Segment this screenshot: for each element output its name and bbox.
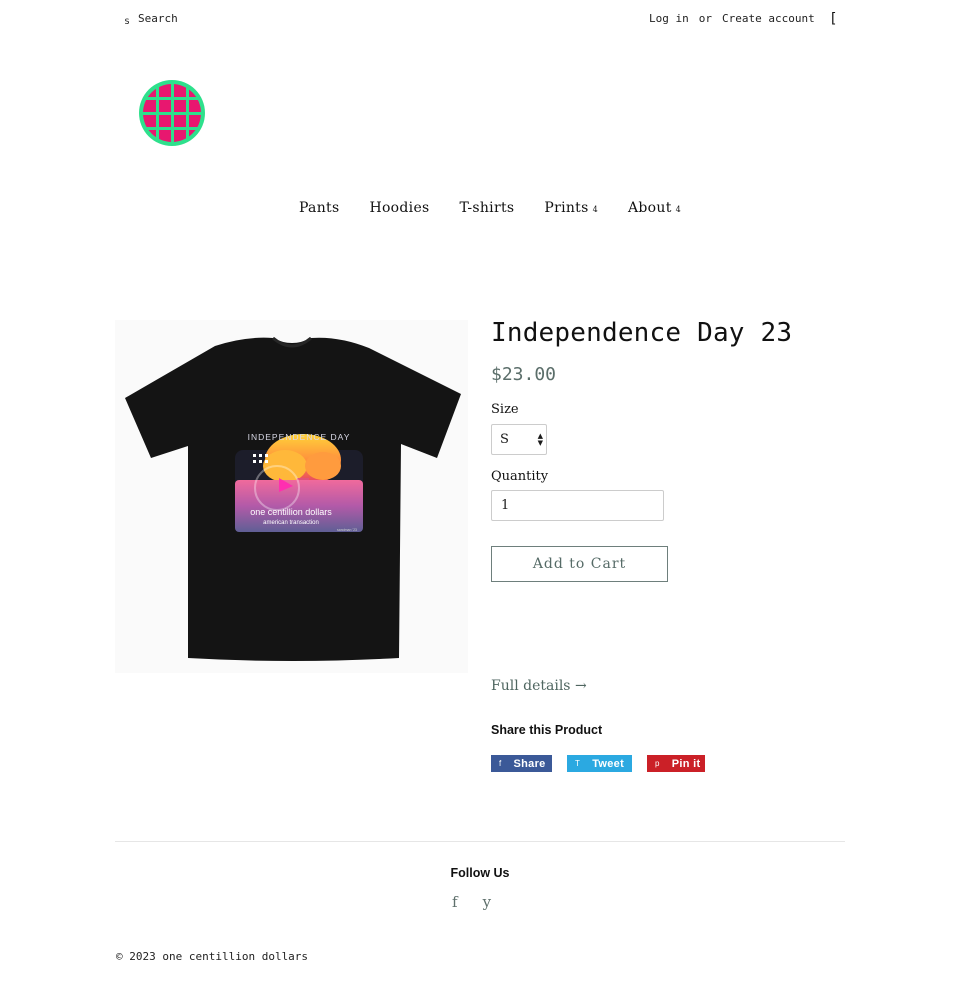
- product-price: $23.00: [491, 364, 557, 385]
- follow-us-title: Follow Us: [450, 866, 510, 880]
- globe-logo-icon: [139, 80, 205, 146]
- social-links: f y: [452, 893, 491, 911]
- chevron-down-icon: 4: [675, 205, 682, 214]
- quantity-value: 1: [501, 498, 510, 513]
- login-link[interactable]: Log in: [649, 12, 689, 25]
- select-arrows-icon: ▲ ▼: [537, 432, 543, 447]
- or-separator: or: [698, 12, 712, 25]
- pinterest-icon: p: [655, 759, 660, 768]
- twitter-icon: T: [575, 759, 581, 768]
- search-icon[interactable]: s: [124, 16, 130, 27]
- size-selected-value: S: [500, 432, 509, 447]
- share-button-label: Share: [513, 757, 546, 770]
- print-line-2: american transaction: [263, 520, 319, 526]
- size-label: Size: [491, 402, 519, 417]
- tshirt-image: INDEPENDENCE DAY one centillion dollars …: [115, 320, 468, 673]
- pinterest-share-button[interactable]: p Pin it: [647, 755, 705, 772]
- nav-item-label: Pants: [298, 200, 340, 216]
- nav-item-label: Prints: [544, 200, 589, 216]
- account-links: Log in or Create account: [649, 12, 815, 25]
- share-button-label: Tweet: [592, 757, 625, 770]
- quantity-label: Quantity: [491, 469, 549, 484]
- top-bar: s Log in or Create account [: [0, 0, 960, 40]
- youtube-icon[interactable]: y: [483, 893, 491, 911]
- share-button-label: Pin it: [671, 757, 701, 770]
- cart-icon[interactable]: [: [829, 11, 837, 27]
- full-details-link[interactable]: Full details →: [491, 678, 587, 694]
- print-heading: INDEPENDENCE DAY: [248, 432, 351, 442]
- twitter-share-button[interactable]: T Tweet: [567, 755, 632, 772]
- print-line-1: one centillion dollars: [250, 507, 332, 517]
- footer-divider: [115, 841, 845, 842]
- create-account-link[interactable]: Create account: [722, 12, 815, 25]
- main-nav: Pants Hoodies T-shirts Prints 4 About 4: [0, 200, 960, 216]
- product-info: Independence Day 23 $23.00 Size S ▲ ▼ Qua…: [491, 318, 793, 772]
- nav-item-label: About: [627, 200, 672, 216]
- add-to-cart-button[interactable]: Add to Cart: [491, 546, 668, 582]
- size-select[interactable]: S ▲ ▼: [491, 424, 547, 455]
- print-signature: sandman '23: [337, 528, 357, 532]
- share-title: Share this Product: [491, 723, 603, 737]
- share-buttons: f Share T Tweet p Pin it: [491, 755, 705, 772]
- product-title: Independence Day 23: [491, 318, 793, 348]
- nav-item-label: Hoodies: [369, 200, 430, 216]
- nav-item-about[interactable]: About 4: [628, 200, 681, 216]
- chevron-down-icon: 4: [592, 205, 598, 214]
- facebook-icon: f: [499, 759, 502, 768]
- copyright-text: © 2023 one centillion dollars: [116, 950, 309, 963]
- facebook-icon[interactable]: f: [452, 893, 458, 911]
- facebook-share-button[interactable]: f Share: [491, 755, 552, 772]
- nav-item-label: T-shirts: [459, 200, 515, 216]
- search-form: s: [124, 10, 259, 27]
- nav-item-prints[interactable]: Prints 4: [544, 200, 598, 216]
- nav-item-pants[interactable]: Pants: [299, 200, 339, 216]
- product-image[interactable]: INDEPENDENCE DAY one centillion dollars …: [115, 320, 468, 673]
- nav-item-tshirts[interactable]: T-shirts: [460, 200, 515, 216]
- quantity-input[interactable]: 1: [491, 490, 664, 521]
- nav-item-hoodies[interactable]: Hoodies: [369, 200, 429, 216]
- search-input[interactable]: [138, 12, 259, 25]
- site-logo[interactable]: [138, 79, 206, 147]
